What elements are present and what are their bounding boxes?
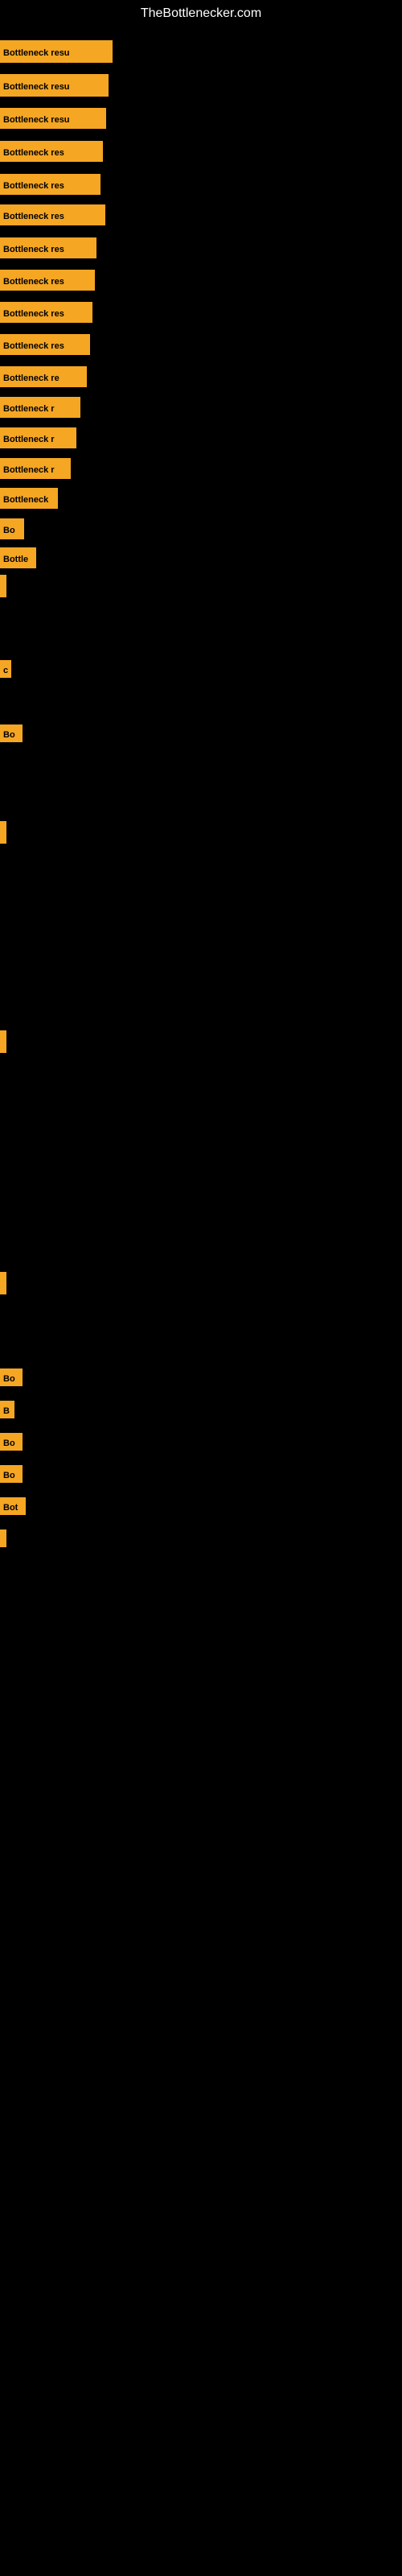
bar-item: [0, 575, 6, 597]
bar-label: Bottleneck res: [0, 174, 100, 195]
bar-item: c: [0, 660, 11, 678]
bar-item: [0, 1030, 6, 1053]
bar-line: [0, 1530, 6, 1547]
bar-line: [0, 821, 6, 844]
bar-label: Bo: [0, 1433, 23, 1451]
bar-label: Bo: [0, 1368, 23, 1386]
bar-item: Bottleneck res: [0, 237, 96, 258]
bar-item: Bottleneck: [0, 488, 58, 509]
bar-item: Bo: [0, 1465, 23, 1483]
bar-label: Bottleneck res: [0, 204, 105, 225]
bar-label: Bo: [0, 724, 23, 742]
bar-label: Bottle: [0, 547, 36, 568]
bar-line: [0, 575, 6, 597]
bar-item: Bot: [0, 1497, 26, 1515]
chart-container: Bottleneck resu Bottleneck resu Bottleneck…: [0, 16, 402, 2576]
bar-label: Bottleneck res: [0, 302, 92, 323]
bar-item: [0, 821, 6, 844]
bar-item: Bottleneck res: [0, 204, 105, 225]
bar-label: Bottleneck r: [0, 427, 76, 448]
bar-label: Bottleneck re: [0, 366, 87, 387]
bar-label: Bottleneck resu: [0, 74, 109, 97]
bar-label: Bottleneck res: [0, 141, 103, 162]
bar-label: Bottleneck r: [0, 397, 80, 418]
bar-item: Bottleneck r: [0, 397, 80, 418]
bar-item: [0, 1530, 6, 1547]
bar-item: Bo: [0, 724, 23, 742]
bar-label: Bo: [0, 1465, 23, 1483]
bar-item: Bottleneck r: [0, 427, 76, 448]
bar-item: Bottleneck res: [0, 174, 100, 195]
bar-item: Bottleneck resu: [0, 74, 109, 97]
bar-label: Bot: [0, 1497, 26, 1515]
bar-label: Bo: [0, 518, 24, 539]
bar-line: [0, 1030, 6, 1053]
bar-label: Bottleneck r: [0, 458, 71, 479]
bar-item: Bottleneck res: [0, 302, 92, 323]
bar-label: Bottleneck res: [0, 237, 96, 258]
bar-label: Bottleneck: [0, 488, 58, 509]
bar-item: Bottleneck resu: [0, 40, 113, 63]
bar-item: B: [0, 1401, 14, 1418]
bar-item: Bottleneck res: [0, 334, 90, 355]
bar-label: c: [0, 660, 11, 678]
bar-item: Bo: [0, 1368, 23, 1386]
bar-item: Bottle: [0, 547, 36, 568]
bar-item: Bottleneck resu: [0, 108, 106, 129]
bar-item: Bo: [0, 1433, 23, 1451]
bar-label: Bottleneck res: [0, 270, 95, 291]
bar-label: Bottleneck resu: [0, 108, 106, 129]
bar-line: [0, 1272, 6, 1294]
bar-item: Bottleneck res: [0, 270, 95, 291]
bar-label: B: [0, 1401, 14, 1418]
bar-item: Bottleneck res: [0, 141, 103, 162]
bar-label: Bottleneck resu: [0, 40, 113, 63]
bar-item: Bottleneck r: [0, 458, 71, 479]
bar-item: Bottleneck re: [0, 366, 87, 387]
bar-label: Bottleneck res: [0, 334, 90, 355]
bar-item: Bo: [0, 518, 24, 539]
bar-item: [0, 1272, 6, 1294]
